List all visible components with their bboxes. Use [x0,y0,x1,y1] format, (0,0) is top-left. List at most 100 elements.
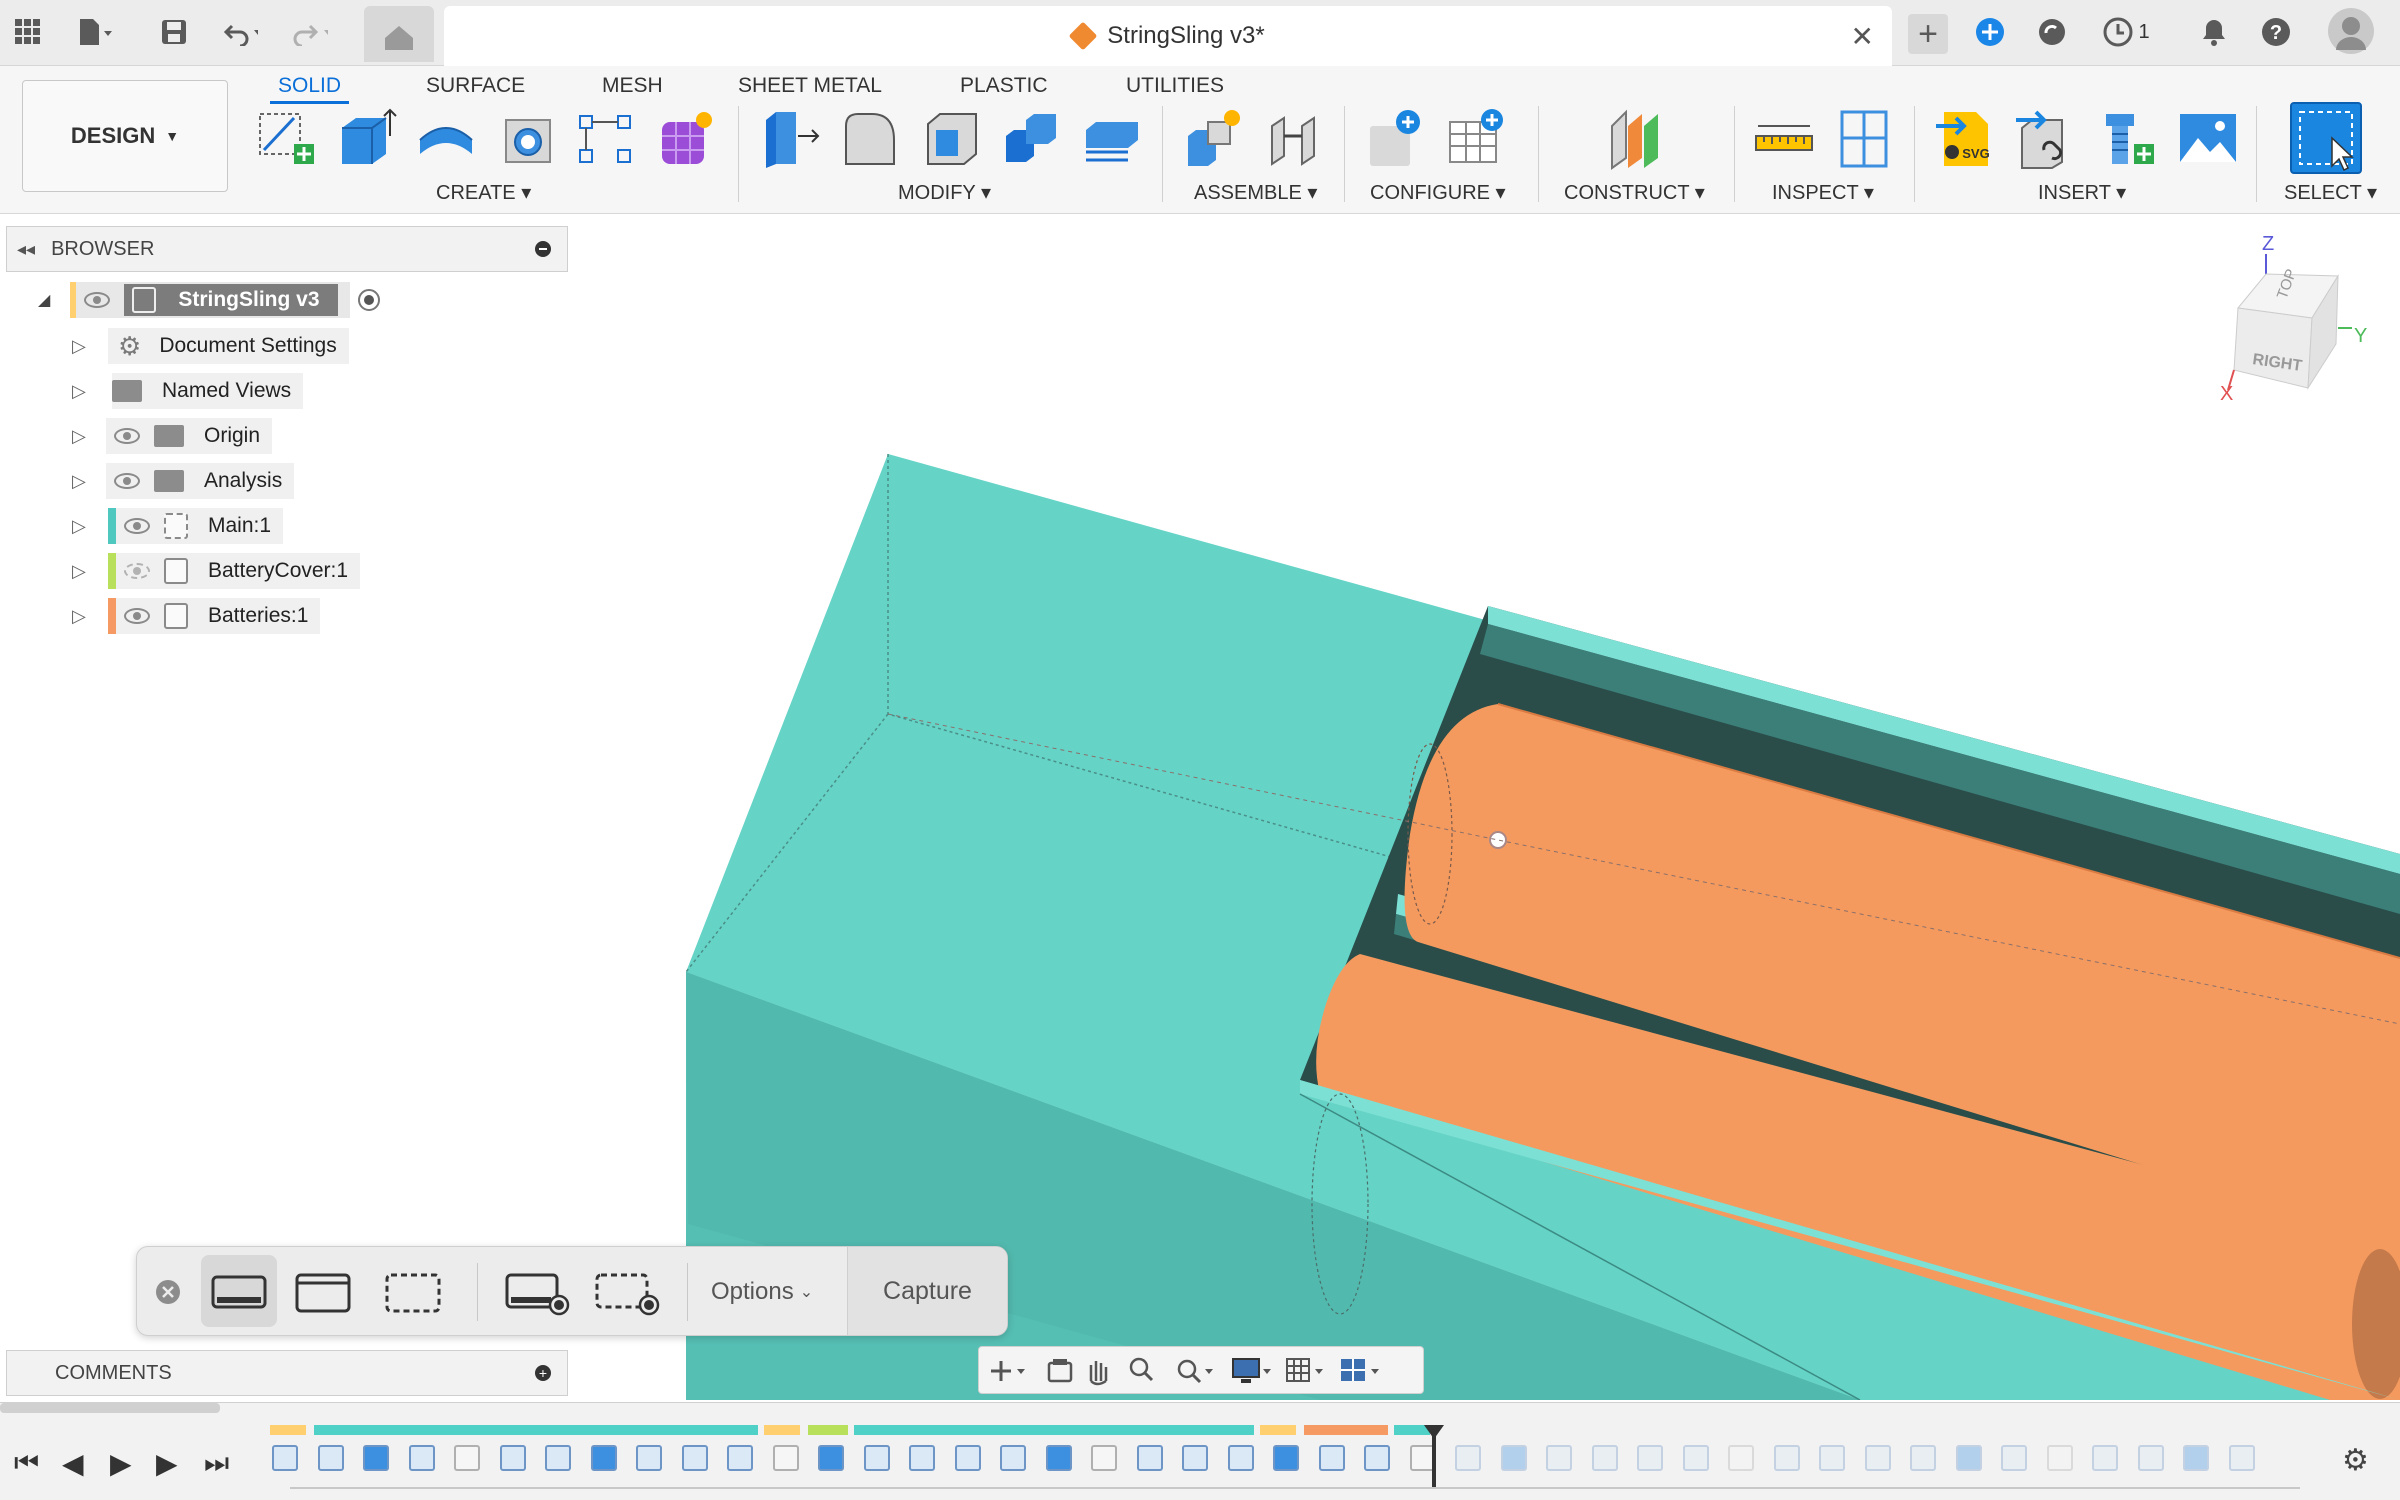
timeline-feature-icon[interactable] [727,1445,753,1471]
minimize-panel-icon[interactable] [535,241,551,257]
fillet-icon[interactable] [838,106,902,170]
timeline-feature-icon[interactable] [1000,1445,1026,1471]
timeline-feature-icon[interactable] [1182,1445,1208,1471]
redo-icon[interactable] [292,14,328,50]
insert-svg-icon[interactable]: SVG [1934,106,1998,170]
activate-radio-icon[interactable] [357,289,380,311]
viewcube[interactable]: Z TOP RIGHT Y X [2220,228,2370,408]
close-tab-icon[interactable]: ✕ [1851,20,1874,53]
combine-icon[interactable] [1000,106,1064,170]
visibility-eye-icon[interactable] [124,608,150,624]
browser-item-analysis[interactable]: ▷ Analysis [72,463,295,499]
expand-triangle-icon[interactable]: ▷ [72,381,112,402]
capture-selection-button[interactable] [383,1265,443,1319]
timeline-feature-icon[interactable] [1546,1445,1572,1471]
timeline-feature-icon[interactable] [636,1445,662,1471]
step-back-icon[interactable]: ◀ [62,1447,84,1480]
collapse-panel-icon[interactable]: ◂◂ [17,239,35,260]
save-icon[interactable] [156,14,192,50]
go-to-start-icon[interactable]: ⏮ [14,1447,39,1480]
construct-group-menu[interactable]: CONSTRUCT ▾ [1564,180,1705,205]
browser-item-document-settings[interactable]: ▷ ⚙ Document Settings [72,328,349,364]
timeline-feature-icon[interactable] [2001,1445,2027,1471]
expand-triangle-icon[interactable]: ▷ [72,426,106,447]
timeline-feature-icon[interactable] [909,1445,935,1471]
extrude-icon[interactable] [334,106,398,170]
offset-face-icon[interactable] [1080,106,1144,170]
timeline-feature-icon[interactable] [1864,1445,1891,1471]
shell-icon[interactable] [920,106,984,170]
timeline-feature-icon[interactable] [863,1445,890,1471]
hole-icon[interactable] [496,106,560,170]
timeline-feature-icon[interactable] [1045,1445,1072,1471]
hidden-eye-icon[interactable] [124,563,150,579]
new-component-icon[interactable] [1182,106,1246,170]
new-tab-icon[interactable]: + [1908,14,1948,54]
visibility-eye-icon[interactable] [114,428,140,444]
timeline-feature-icon[interactable] [1364,1445,1390,1471]
section-analysis-icon[interactable] [1834,106,1898,170]
tab-utilities[interactable]: UTILITIES [1118,68,1232,104]
timeline-feature-icon[interactable] [1955,1445,1982,1471]
create-sketch-icon[interactable] [254,106,318,170]
timeline-feature-icon[interactable] [2228,1445,2255,1471]
offset-plane-icon[interactable] [1604,106,1668,170]
tab-mesh[interactable]: MESH [594,68,671,104]
create-form-icon[interactable] [654,106,718,170]
timeline-feature-icon[interactable] [1500,1445,1527,1471]
workspace-switcher-button[interactable]: DESIGN ▼ [22,80,228,192]
expand-triangle-icon[interactable]: ▷ [72,471,106,492]
help-icon[interactable]: ? [2258,14,2294,50]
undo-icon[interactable] [222,14,258,50]
timeline-feature-icon[interactable] [363,1445,389,1471]
file-menu-icon[interactable] [76,14,112,50]
timeline-feature-icon[interactable] [2046,1445,2073,1471]
revolve-icon[interactable] [414,106,478,170]
capture-options-dropdown[interactable]: Options ⌄ [711,1247,813,1337]
expand-triangle-icon[interactable]: ▷ [72,336,108,357]
insert-mcmaster-icon[interactable] [2096,106,2160,170]
timeline-feature-icon[interactable] [681,1445,708,1471]
record-selection-button[interactable] [593,1265,660,1319]
tab-plastic[interactable]: PLASTIC [952,68,1056,104]
select-group-menu[interactable]: SELECT ▾ [2284,180,2377,205]
browser-item-batteries[interactable]: ▷ Batteries:1 [72,598,321,634]
inspect-group-menu[interactable]: INSPECT ▾ [1772,180,1874,205]
tab-surface[interactable]: SURFACE [418,68,533,104]
timeline-settings-gear-icon[interactable]: ⚙ [2342,1443,2369,1478]
sync-status-icon[interactable] [2034,14,2070,50]
joint-icon[interactable] [1262,106,1326,170]
insert-canvas-icon[interactable] [2176,106,2240,170]
visibility-eye-icon[interactable] [114,473,140,489]
expand-triangle-icon[interactable]: ▷ [72,516,108,537]
configure-group-menu[interactable]: CONFIGURE ▾ [1370,180,1506,205]
go-to-end-icon[interactable]: ⏭ [204,1447,229,1480]
3d-viewport[interactable] [0,214,2400,1400]
timeline-feature-icon[interactable] [1773,1445,1800,1471]
visibility-eye-icon[interactable] [84,292,111,308]
measure-icon[interactable] [1752,106,1816,170]
timeline-feature-icon[interactable] [1273,1445,1299,1471]
create-group-menu[interactable]: CREATE ▾ [436,180,531,205]
apps-grid-icon[interactable] [10,14,46,50]
expand-triangle-icon[interactable]: ▷ [72,606,108,627]
configure-design-icon[interactable] [1364,106,1428,170]
extensions-icon[interactable] [1972,14,2008,50]
browser-item-batterycover[interactable]: ▷ BatteryCover:1 [72,553,361,589]
browser-item-origin[interactable]: ▷ Origin [72,418,273,454]
timeline-feature-icon[interactable] [272,1445,298,1471]
assemble-group-menu[interactable]: ASSEMBLE ▾ [1194,180,1317,205]
close-capture-icon[interactable] [153,1277,183,1331]
expand-triangle-icon[interactable]: ▷ [72,561,108,582]
model-canvas[interactable] [0,214,2400,1400]
timeline-feature-icon[interactable] [2183,1445,2209,1471]
timeline-feature-icon[interactable] [954,1445,981,1471]
expand-panel-icon[interactable]: + [535,1365,551,1381]
timeline-feature-icon[interactable] [1819,1445,1845,1471]
browser-item-named-views[interactable]: ▷ Named Views [72,373,304,409]
home-tab[interactable] [364,6,434,62]
insert-group-menu[interactable]: INSERT ▾ [2038,180,2126,205]
job-status-icon[interactable]: 1 [2096,14,2156,50]
timeline-feature-icon[interactable] [1637,1445,1663,1471]
timeline-feature-icon[interactable] [1728,1445,1754,1471]
